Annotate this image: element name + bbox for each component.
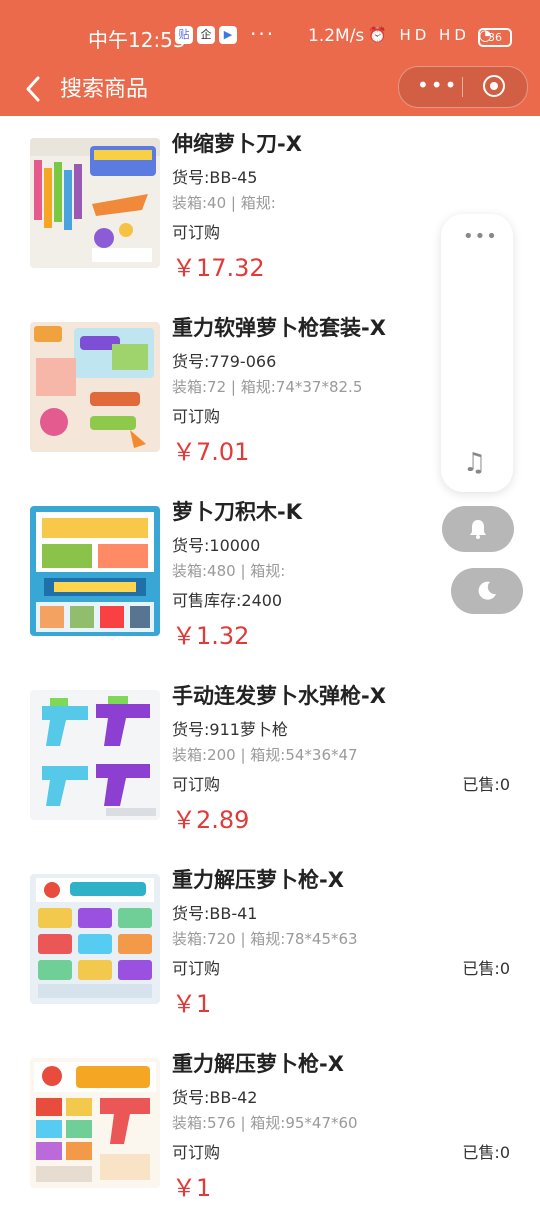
qq-icon: 企 (197, 26, 215, 44)
product-price: ￥17.32 (172, 254, 265, 282)
product-code: 货号:BB-41 (172, 904, 258, 923)
product-image[interactable] (30, 506, 160, 636)
product-name[interactable]: 伸缩萝卜刀-X (172, 128, 302, 158)
floating-player-panel: ••• ♫ (441, 214, 513, 492)
notification-button[interactable] (442, 506, 514, 552)
network-speed: 1.2M/s (308, 26, 365, 46)
product-price: ￥1 (172, 990, 212, 1018)
product-code: 货号:911萝卜枪 (172, 720, 288, 739)
product-price: ￥1 (172, 1174, 212, 1202)
product-image[interactable] (30, 1058, 160, 1188)
product-item[interactable]: 重力解压萝卜枪-X 货号:BB-42 装箱:576 | 箱规:95*47*60 … (0, 1036, 540, 1220)
stock-status: 可售库存:2400 (172, 591, 283, 610)
sold-count: 已售:0 (462, 775, 510, 794)
product-image[interactable] (30, 874, 160, 1004)
product-price: ￥2.89 (172, 806, 250, 834)
product-item[interactable]: 手动连发萝卜水弹枪-X 货号:911萝卜枪 装箱:200 | 箱规:54*36*… (0, 668, 540, 852)
product-spec: 装箱:480 | 箱规: (172, 562, 286, 580)
signal-icons: ⏰ HD HD ◔ (368, 26, 496, 44)
sold-count: 已售:0 (462, 959, 510, 978)
product-spec: 装箱:720 | 箱规:78*45*63 (172, 930, 358, 948)
close-miniapp-icon[interactable] (483, 75, 505, 97)
product-spec: 装箱:72 | 箱规:74*37*82.5 (172, 378, 363, 396)
sold-count: 已售:0 (462, 1143, 510, 1162)
product-spec: 装箱:40 | 箱规: (172, 194, 276, 212)
battery-icon: 36 (478, 28, 512, 47)
status-more-icon: ··· (250, 22, 276, 46)
page-title: 搜索商品 (60, 77, 149, 102)
panel-more-icon[interactable]: ••• (463, 226, 498, 247)
back-arrow-icon[interactable] (20, 72, 48, 106)
product-spec: 装箱:576 | 箱规:95*47*60 (172, 1114, 358, 1132)
product-name[interactable]: 萝卜刀积木-K (172, 496, 302, 526)
moon-icon (478, 581, 496, 600)
miniapp-capsule: ••• (398, 66, 528, 108)
stock-status: 可订购 (172, 959, 221, 978)
stock-status: 可订购 (172, 1143, 221, 1162)
music-icon[interactable]: ♫ (463, 448, 486, 478)
product-code: 货号:BB-45 (172, 168, 258, 187)
stock-status: 可订购 (172, 775, 221, 794)
product-name[interactable]: 重力解压萝卜枪-X (172, 1048, 344, 1078)
product-name[interactable]: 重力软弹萝卜枪套装-X (172, 312, 386, 342)
product-name[interactable]: 重力解压萝卜枪-X (172, 864, 344, 894)
product-code: 货号:10000 (172, 536, 261, 555)
product-item[interactable]: 重力解压萝卜枪-X 货号:BB-41 装箱:720 | 箱规:78*45*63 … (0, 852, 540, 1036)
night-mode-button[interactable] (451, 568, 523, 614)
product-spec: 装箱:200 | 箱规:54*36*47 (172, 746, 358, 764)
product-image[interactable] (30, 138, 160, 268)
product-image[interactable] (30, 322, 160, 452)
product-image[interactable] (30, 690, 160, 820)
app-badge-icon: 贴 (175, 26, 193, 44)
stock-status: 可订购 (172, 223, 221, 242)
status-bar: 中午12:53 贴 企 ▶ ··· 1.2M/s ⏰ HD HD ◔ 36 (0, 0, 540, 62)
product-code: 货号:779-066 (172, 352, 277, 371)
stock-status: 可订购 (172, 407, 221, 426)
capsule-divider (462, 77, 463, 97)
bell-icon (470, 520, 486, 539)
play-icon: ▶ (219, 26, 237, 44)
status-time: 中午12:53 (88, 28, 186, 52)
product-price: ￥1.32 (172, 622, 250, 650)
product-code: 货号:BB-42 (172, 1088, 258, 1107)
product-name[interactable]: 手动连发萝卜水弹枪-X (172, 680, 386, 710)
more-icon[interactable]: ••• (417, 73, 458, 97)
nav-bar: 搜索商品 ••• (0, 62, 540, 116)
product-price: ￥7.01 (172, 438, 250, 466)
